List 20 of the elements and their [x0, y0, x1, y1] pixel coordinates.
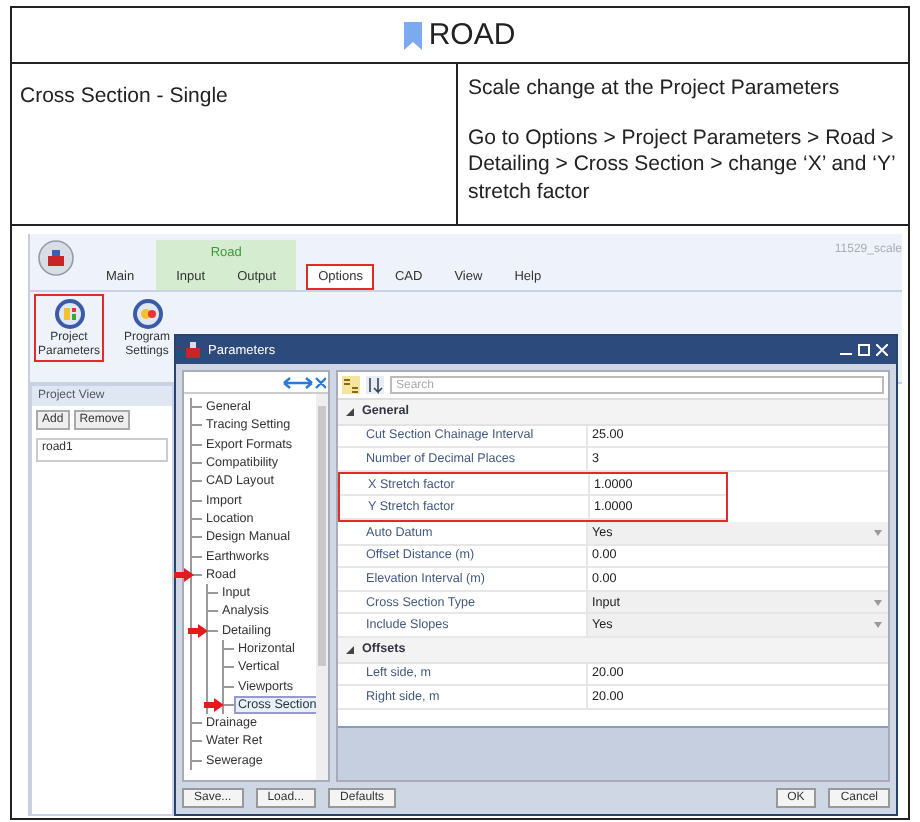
settings-icon: [131, 298, 163, 330]
section-title: ROAD: [428, 18, 516, 52]
caret-icon: [874, 622, 882, 629]
bookmark-icon: [404, 21, 423, 49]
caret-icon: [874, 599, 882, 606]
instruction-text: Go to Options > Project Parameters > Road > Detailing > Cross Section > change ‘X’ and ‘Y’ stretch factor: [468, 125, 897, 206]
instruction-text: Scale change at the Project Parameters: [468, 76, 842, 103]
sort-icon[interactable]: [366, 376, 384, 394]
close-icon[interactable]: [876, 344, 888, 356]
maximize-icon[interactable]: [858, 344, 870, 356]
collapse-triangle-icon[interactable]: [346, 407, 354, 416]
categorized-icon[interactable]: [342, 376, 360, 394]
expand-collapse-icon[interactable]: [282, 375, 326, 389]
feature-name: Cross Section - Single: [20, 84, 228, 108]
app-logo-icon: [184, 342, 202, 358]
parameters-icon: [53, 298, 85, 330]
scrollbar[interactable]: [316, 394, 328, 780]
caret-icon: [874, 529, 882, 536]
collapse-triangle-icon[interactable]: [346, 645, 354, 654]
app-logo-icon[interactable]: [38, 240, 74, 276]
